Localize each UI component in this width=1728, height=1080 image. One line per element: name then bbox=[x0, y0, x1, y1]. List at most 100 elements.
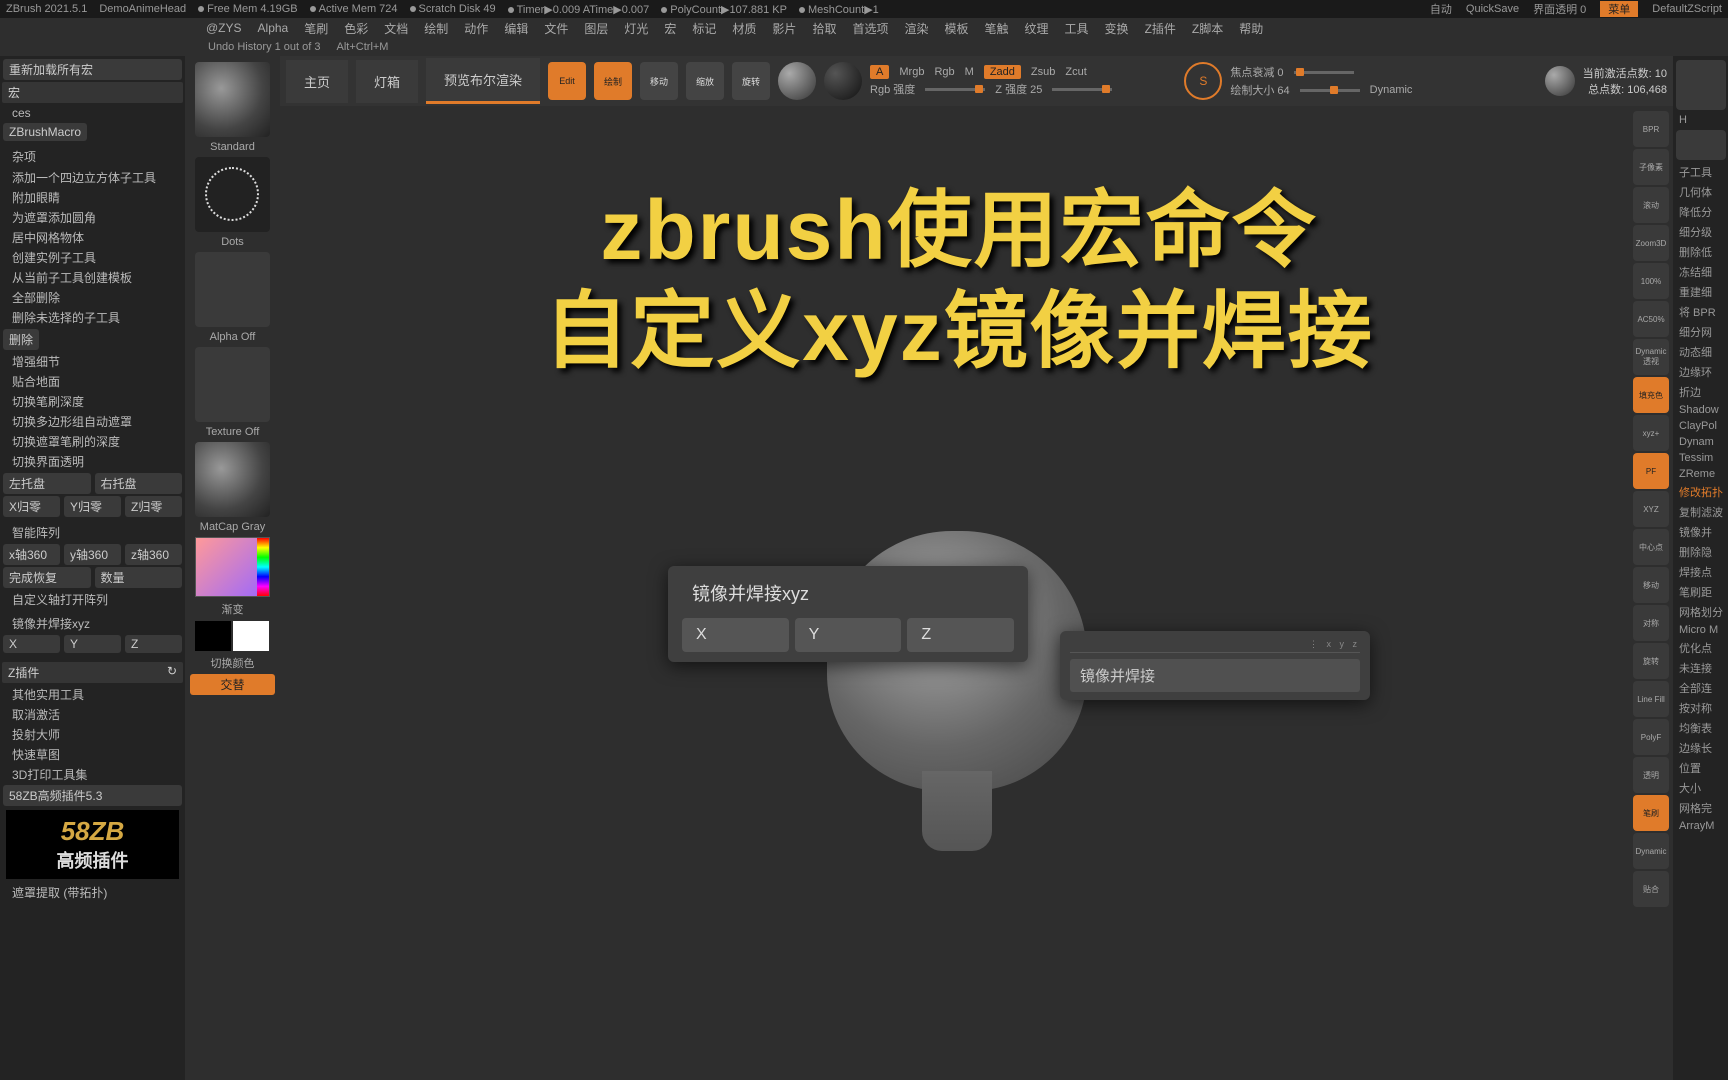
dynamic-label[interactable]: Dynamic bbox=[1370, 84, 1413, 96]
fr-item-14[interactable]: ZReme bbox=[1675, 466, 1726, 482]
left-item-10[interactable]: 贴合地面 bbox=[2, 372, 183, 391]
move2-icon[interactable]: 移动 bbox=[1633, 567, 1669, 603]
left-item-2[interactable]: 为遮罩添加圆角 bbox=[2, 208, 183, 227]
menu-draw[interactable]: 绘制 bbox=[424, 20, 448, 37]
popup-x-button[interactable]: X bbox=[682, 618, 789, 652]
switch-color-label[interactable]: 切换颜色 bbox=[189, 653, 276, 673]
drawsize-slider[interactable] bbox=[1300, 89, 1360, 92]
left-item-11[interactable]: 切换笔刷深度 bbox=[2, 392, 183, 411]
center-icon[interactable]: 中心点 bbox=[1633, 529, 1669, 565]
fr2-9[interactable]: 全部连 bbox=[1675, 678, 1726, 698]
swap-button[interactable]: 交替 bbox=[190, 674, 275, 695]
menu-tool[interactable]: 工具 bbox=[1065, 20, 1089, 37]
rgb-slider[interactable] bbox=[925, 88, 985, 91]
zplugin-item-0[interactable]: 其他实用工具 bbox=[2, 685, 183, 704]
reload-macros-button[interactable]: 重新加载所有宏 bbox=[3, 59, 182, 80]
zsub-button[interactable]: Zsub bbox=[1031, 66, 1055, 78]
fr2-10[interactable]: 按对称 bbox=[1675, 698, 1726, 718]
fr-item-7[interactable]: 动态细 bbox=[1675, 342, 1726, 362]
fr2-4[interactable]: 笔刷距 bbox=[1675, 582, 1726, 602]
menu-document[interactable]: 文档 bbox=[384, 20, 408, 37]
left-item-9[interactable]: 增强细节 bbox=[2, 352, 183, 371]
fr-subtool[interactable]: 子工具 bbox=[1675, 162, 1726, 182]
mrgb-button[interactable]: Mrgb bbox=[899, 66, 924, 78]
menu-light[interactable]: 灯光 bbox=[624, 20, 648, 37]
fr-item-2[interactable]: 删除低 bbox=[1675, 242, 1726, 262]
fr-modify-topo[interactable]: 修改拓扑 bbox=[1675, 482, 1726, 502]
auto-label[interactable]: 自动 bbox=[1430, 1, 1452, 17]
x360-button[interactable]: x轴360 bbox=[3, 544, 60, 565]
left-item-0[interactable]: 添加一个四边立方体子工具 bbox=[2, 168, 183, 187]
left-item-3[interactable]: 居中网格物体 bbox=[2, 228, 183, 247]
fr2-15[interactable]: 网格完 bbox=[1675, 798, 1726, 818]
zplugin-header[interactable]: Z插件↻ bbox=[2, 662, 183, 683]
s-icon[interactable]: S bbox=[1184, 62, 1222, 100]
xyz-icon[interactable]: XYZ bbox=[1633, 491, 1669, 527]
misc-header[interactable]: 杂项 bbox=[2, 146, 183, 167]
menu-file[interactable]: 文件 bbox=[544, 20, 568, 37]
macro-header[interactable]: 宏 bbox=[2, 82, 183, 103]
z-slider[interactable] bbox=[1052, 88, 1112, 91]
left-item-1[interactable]: 附加眼睛 bbox=[2, 188, 183, 207]
mask-extract[interactable]: 遮罩提取 (带拓扑) bbox=[2, 883, 183, 902]
fr2-13[interactable]: 位置 bbox=[1675, 758, 1726, 778]
custom-axis-array[interactable]: 自定义轴打开阵列 bbox=[2, 590, 183, 609]
mirror-z-button[interactable]: Z bbox=[125, 635, 182, 653]
m-button[interactable]: M bbox=[965, 66, 974, 78]
ui-transparency[interactable]: 界面透明 0 bbox=[1533, 1, 1586, 17]
left-item-5[interactable]: 从当前子工具创建模板 bbox=[2, 268, 183, 287]
menu-render[interactable]: 渲染 bbox=[904, 20, 928, 37]
lightbox-tab[interactable]: 灯箱 bbox=[356, 60, 418, 103]
rotate-icon[interactable]: 旋转 bbox=[732, 62, 770, 100]
polyf-icon[interactable]: PolyF bbox=[1633, 719, 1669, 755]
linefill-icon[interactable]: Line Fill bbox=[1633, 681, 1669, 717]
fr2-5[interactable]: 网格划分 bbox=[1675, 602, 1726, 622]
xzero-button[interactable]: X归零 bbox=[3, 496, 60, 517]
fr2-0[interactable]: 复制滤波 bbox=[1675, 502, 1726, 522]
zplugin-item-4[interactable]: 3D打印工具集 bbox=[2, 765, 183, 784]
qty-button[interactable]: 数量 bbox=[95, 567, 183, 588]
popup2-label[interactable]: 镜像并焊接 bbox=[1080, 665, 1155, 686]
zzero-button[interactable]: Z归零 bbox=[125, 496, 182, 517]
zbrushmacro-button[interactable]: ZBrushMacro bbox=[3, 123, 87, 141]
left-item-6[interactable]: 全部删除 bbox=[2, 288, 183, 307]
bpr-icon[interactable]: BPR bbox=[1633, 111, 1669, 147]
fr-item-0[interactable]: 降低分 bbox=[1675, 202, 1726, 222]
brush-thumb[interactable] bbox=[195, 62, 270, 137]
fr-item-5[interactable]: 将 BPR bbox=[1675, 302, 1726, 322]
a-button[interactable]: A bbox=[870, 65, 889, 79]
snap-icon[interactable]: 贴合 bbox=[1633, 871, 1669, 907]
swatch-white[interactable] bbox=[233, 621, 269, 651]
default-zscript[interactable]: DefaultZScript bbox=[1652, 3, 1722, 15]
menu-stencil[interactable]: 模板 bbox=[944, 20, 968, 37]
rotate2-icon[interactable]: 旋转 bbox=[1633, 643, 1669, 679]
menu-macro[interactable]: 宏 bbox=[664, 20, 676, 37]
fr2-6[interactable]: Micro M bbox=[1675, 622, 1726, 638]
sphere2-icon[interactable] bbox=[824, 62, 862, 100]
zplugin-item-3[interactable]: 快速草图 bbox=[2, 745, 183, 764]
move-icon[interactable]: 移动 bbox=[640, 62, 678, 100]
popup-y-button[interactable]: Y bbox=[795, 618, 902, 652]
brush2-icon[interactable]: 笔刷 bbox=[1633, 795, 1669, 831]
home-tab[interactable]: 主页 bbox=[286, 60, 348, 103]
fr2-3[interactable]: 焊接点 bbox=[1675, 562, 1726, 582]
left-item-4[interactable]: 创建实例子工具 bbox=[2, 248, 183, 267]
fr-item-8[interactable]: 边缘环 bbox=[1675, 362, 1726, 382]
fr2-12[interactable]: 边缘长 bbox=[1675, 738, 1726, 758]
yzero-button[interactable]: Y归零 bbox=[64, 496, 121, 517]
zplugin-item-2[interactable]: 投射大师 bbox=[2, 725, 183, 744]
pf-icon[interactable]: PF bbox=[1633, 453, 1669, 489]
scale-icon[interactable]: 缩放 bbox=[686, 62, 724, 100]
menu-marker[interactable]: 标记 bbox=[692, 20, 716, 37]
fr-item-11[interactable]: ClayPol bbox=[1675, 418, 1726, 434]
draw-icon[interactable]: 绘制 bbox=[594, 62, 632, 100]
fr2-1[interactable]: 镜像并 bbox=[1675, 522, 1726, 542]
menu-button[interactable]: 菜单 bbox=[1600, 1, 1638, 17]
zcut-button[interactable]: Zcut bbox=[1065, 66, 1086, 78]
fr-item-12[interactable]: Dynam bbox=[1675, 434, 1726, 450]
restore-button[interactable]: 完成恢复 bbox=[3, 567, 91, 588]
dynamic2-icon[interactable]: Dynamic bbox=[1633, 833, 1669, 869]
menu-prefs[interactable]: 首选项 bbox=[852, 20, 888, 37]
menu-edit[interactable]: 编辑 bbox=[504, 20, 528, 37]
fr-item-3[interactable]: 冻结细 bbox=[1675, 262, 1726, 282]
